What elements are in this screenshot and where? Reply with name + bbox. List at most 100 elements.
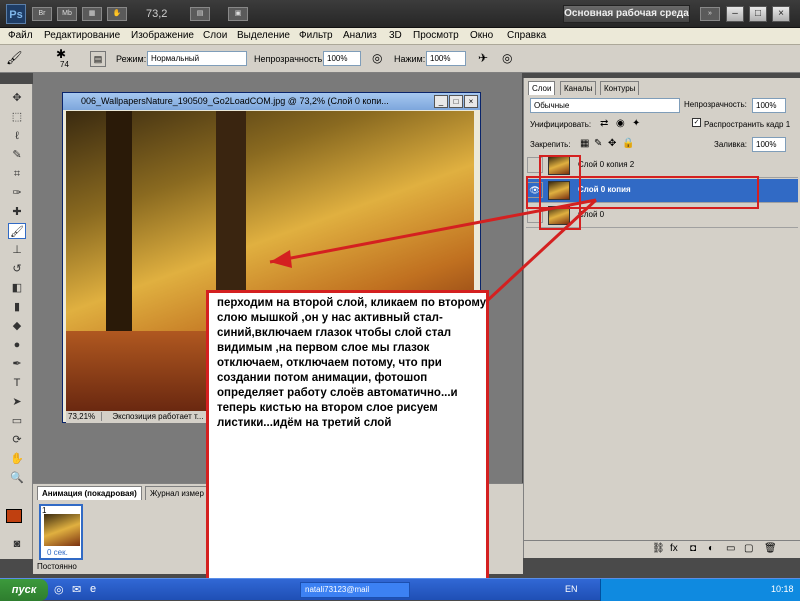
brush-panel-icon[interactable]: ▤: [90, 51, 106, 67]
toolbox: ✥ ⬚ ℓ ✎ ⌗ ✑ ✚ 🖌 ⊥ ↺ ◧ ▮ ◆ ● ✒ T ➤ ▭ ⟳ ✋ …: [0, 84, 33, 559]
menu-analysis[interactable]: Анализ: [343, 30, 377, 41]
eraser-tool-icon[interactable]: ◧: [8, 280, 26, 296]
menu-bar: Файл Редактирование Изображение Слои Выд…: [0, 28, 800, 45]
blur-tool-icon[interactable]: ◆: [8, 318, 26, 334]
adjustment-layer-icon[interactable]: ◐: [708, 543, 714, 554]
link-layers-icon[interactable]: ⛓: [652, 543, 665, 554]
menu-file[interactable]: Файл: [8, 30, 33, 41]
blend-mode-select[interactable]: Обычные: [530, 98, 680, 113]
layer-name: Слой 0: [578, 210, 605, 219]
layer-style-icon[interactable]: fx: [670, 543, 678, 554]
brush-size: 74: [60, 60, 69, 69]
menu-3d[interactable]: 3D: [389, 30, 402, 41]
menu-view[interactable]: Просмотр: [413, 30, 459, 41]
expand-icon[interactable]: »: [700, 7, 720, 21]
tablet-opacity-icon[interactable]: ◎: [372, 51, 382, 65]
tablet-size-icon[interactable]: ◎: [502, 51, 512, 65]
doc-maximize-button[interactable]: □: [449, 95, 463, 108]
lock-transparency-icon[interactable]: ▦: [580, 138, 589, 149]
lock-paint-icon[interactable]: ✎: [594, 138, 602, 149]
menu-window[interactable]: Окно: [470, 30, 493, 41]
doc-close-button[interactable]: ×: [464, 95, 478, 108]
screen-mode-icon[interactable]: ▣: [228, 7, 248, 21]
lasso-tool-icon[interactable]: ℓ: [8, 128, 26, 144]
dodge-tool-icon[interactable]: ●: [8, 337, 26, 353]
fill-input[interactable]: 100%: [752, 137, 786, 152]
mail-icon[interactable]: ✉: [72, 583, 81, 596]
animation-frame[interactable]: 1 0 сек.: [39, 504, 83, 560]
history-brush-icon[interactable]: ↺: [8, 261, 26, 277]
delete-layer-icon[interactable]: 🗑: [764, 543, 777, 554]
airbrush-icon[interactable]: ✈: [478, 51, 488, 65]
menu-edit[interactable]: Редактирование: [44, 30, 120, 41]
tab-animation[interactable]: Анимация (покадровая): [37, 486, 142, 500]
new-layer-icon[interactable]: ▢: [744, 543, 753, 554]
workspace-button[interactable]: Основная рабочая среда: [563, 5, 690, 23]
minimize-button[interactable]: –: [726, 6, 744, 22]
crop-tool-icon[interactable]: ⌗: [8, 166, 26, 182]
healing-tool-icon[interactable]: ✚: [8, 204, 26, 220]
close-button[interactable]: ×: [772, 6, 790, 22]
gradient-tool-icon[interactable]: ▮: [8, 299, 26, 315]
zoom-tool-icon[interactable]: 🔍: [8, 470, 26, 486]
lang-indicator[interactable]: EN: [565, 584, 578, 594]
view-extras-icon[interactable]: ▦: [82, 7, 102, 21]
lock-all-icon[interactable]: 🔒: [622, 138, 634, 149]
arrange-icon[interactable]: ▤: [190, 7, 210, 21]
foreground-color-swatch[interactable]: [6, 509, 22, 523]
opacity-label: Непрозрачность:: [254, 54, 325, 64]
browser-icon[interactable]: ◎: [54, 583, 64, 596]
menu-layers[interactable]: Слои: [203, 30, 227, 41]
new-group-icon[interactable]: ▭: [726, 543, 735, 554]
doc-status-text[interactable]: Экспозиция работает т...: [112, 412, 203, 421]
propagate-checkbox[interactable]: ✓: [692, 118, 701, 127]
tab-measurement-log[interactable]: Журнал измер: [145, 486, 209, 500]
quick-mask-icon[interactable]: ◙: [8, 536, 26, 552]
taskbar-user-button[interactable]: natali73123@mail: [300, 582, 410, 598]
marquee-tool-icon[interactable]: ⬚: [8, 109, 26, 125]
brush-preset-icon[interactable]: 🖌: [6, 50, 36, 68]
tab-layers[interactable]: Слои: [528, 81, 556, 95]
maximize-button[interactable]: □: [749, 6, 767, 22]
menu-select[interactable]: Выделение: [237, 30, 290, 41]
mode-select[interactable]: Нормальный: [147, 51, 247, 66]
opacity-input[interactable]: 100%: [323, 51, 361, 66]
doc-minimize-button[interactable]: _: [434, 95, 448, 108]
unify-style-icon[interactable]: ✦: [632, 118, 640, 129]
unify-visibility-icon[interactable]: ◉: [616, 118, 625, 129]
brush-tool-icon[interactable]: 🖌: [8, 223, 26, 239]
3d-rotate-icon[interactable]: ⟳: [8, 432, 26, 448]
doc-zoom[interactable]: 73,21%: [68, 412, 103, 421]
document-title[interactable]: 006_WallpapersNature_190509_Go2LoadCOM.j…: [63, 93, 480, 110]
loop-select[interactable]: Постоянно: [37, 562, 77, 571]
layers-panel: Слои Каналы Контуры Обычные Непрозрачнос…: [523, 78, 800, 558]
add-mask-icon[interactable]: ◘: [690, 543, 696, 554]
move-tool-icon[interactable]: ✥: [8, 90, 26, 106]
eyedropper-icon[interactable]: ✑: [8, 185, 26, 201]
zoom-level[interactable]: 73,2: [146, 8, 167, 20]
menu-filter[interactable]: Фильтр: [299, 30, 333, 41]
mini-bridge-icon[interactable]: Mb: [57, 7, 77, 21]
menu-image[interactable]: Изображение: [131, 30, 194, 41]
quick-select-icon[interactable]: ✎: [8, 147, 26, 163]
menu-help[interactable]: Справка: [507, 30, 546, 41]
path-select-icon[interactable]: ➤: [8, 394, 26, 410]
lock-move-icon[interactable]: ✥: [608, 138, 616, 149]
shape-tool-icon[interactable]: ▭: [8, 413, 26, 429]
options-bar: 🖌 ✱ 74 ▤ Режим: Нормальный Непрозрачност…: [0, 45, 800, 73]
pen-tool-icon[interactable]: ✒: [8, 356, 26, 372]
tab-channels[interactable]: Каналы: [560, 81, 597, 95]
bridge-icon[interactable]: Br: [32, 7, 52, 21]
frame-delay[interactable]: 0 сек.: [47, 548, 68, 557]
layer-opacity-input[interactable]: 100%: [752, 98, 786, 113]
hand-tool-icon[interactable]: ✋: [107, 7, 127, 21]
stamp-tool-icon[interactable]: ⊥: [8, 242, 26, 258]
brush-tip-icon[interactable]: ✱: [56, 47, 66, 61]
flow-input[interactable]: 100%: [426, 51, 466, 66]
unify-position-icon[interactable]: ⇄: [600, 118, 608, 129]
tab-paths[interactable]: Контуры: [600, 81, 640, 95]
hand-tool-icon[interactable]: ✋: [8, 451, 26, 467]
ie-icon[interactable]: e: [90, 583, 96, 595]
type-tool-icon[interactable]: T: [8, 375, 26, 391]
start-button[interactable]: пуск: [0, 579, 48, 601]
